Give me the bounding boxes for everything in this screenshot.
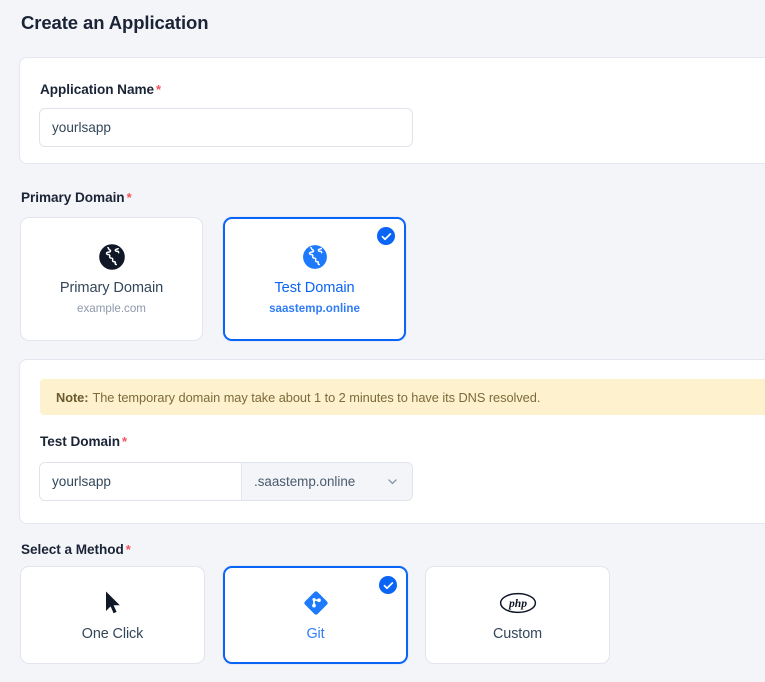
test-domain-card-subtitle: saastemp.online xyxy=(269,301,360,315)
note-text: The temporary domain may take about 1 to… xyxy=(92,389,541,405)
globe-icon xyxy=(302,244,328,270)
create-application-page: Create an Application Application Name * … xyxy=(0,0,765,682)
git-icon xyxy=(302,588,330,618)
method-git-label: Git xyxy=(306,626,325,642)
note-label: Note: xyxy=(56,389,89,405)
check-circle-icon xyxy=(377,227,395,245)
test-domain-option-card[interactable]: Test Domain saastemp.online xyxy=(223,217,406,341)
test-domain-input-group: .saastemp.online xyxy=(39,462,413,501)
primary-domain-label-text: Primary Domain xyxy=(21,190,125,205)
method-option-custom[interactable]: php Custom xyxy=(425,566,610,664)
svg-text:php: php xyxy=(507,597,526,610)
test-domain-card-title: Test Domain xyxy=(274,279,355,296)
select-method-label-text: Select a Method xyxy=(21,542,124,557)
test-domain-suffix-value: .saastemp.online xyxy=(254,474,356,489)
application-name-label-text: Application Name xyxy=(40,82,155,97)
application-name-label: Application Name * xyxy=(40,82,161,97)
check-circle-icon xyxy=(379,576,397,594)
cursor-icon xyxy=(103,588,123,618)
globe-icon xyxy=(98,243,125,270)
method-option-one-click[interactable]: One Click xyxy=(20,566,205,664)
select-method-label: Select a Method * xyxy=(21,542,131,557)
test-domain-suffix-select[interactable]: .saastemp.online xyxy=(241,463,412,500)
chevron-down-icon xyxy=(386,475,399,488)
note-banner: Note: The temporary domain may take about… xyxy=(40,379,765,415)
page-title: Create an Application xyxy=(21,12,209,33)
application-name-input[interactable] xyxy=(39,108,413,147)
test-domain-input[interactable] xyxy=(40,463,241,500)
test-domain-label-text: Test Domain xyxy=(40,434,121,449)
required-asterisk: * xyxy=(125,542,131,557)
test-domain-label: Test Domain * xyxy=(40,434,127,449)
primary-domain-card-title: Primary Domain xyxy=(59,279,164,296)
method-option-git[interactable]: Git xyxy=(223,566,408,664)
method-one-click-label: One Click xyxy=(81,626,144,642)
required-asterisk: * xyxy=(156,82,162,97)
primary-domain-card-subtitle: example.com xyxy=(77,301,146,315)
required-asterisk: * xyxy=(122,434,128,449)
method-custom-label: Custom xyxy=(493,626,542,642)
required-asterisk: * xyxy=(126,190,132,205)
primary-domain-option-card[interactable]: Primary Domain example.com xyxy=(20,217,203,341)
php-icon: php xyxy=(499,588,537,618)
primary-domain-label: Primary Domain * xyxy=(21,190,132,205)
